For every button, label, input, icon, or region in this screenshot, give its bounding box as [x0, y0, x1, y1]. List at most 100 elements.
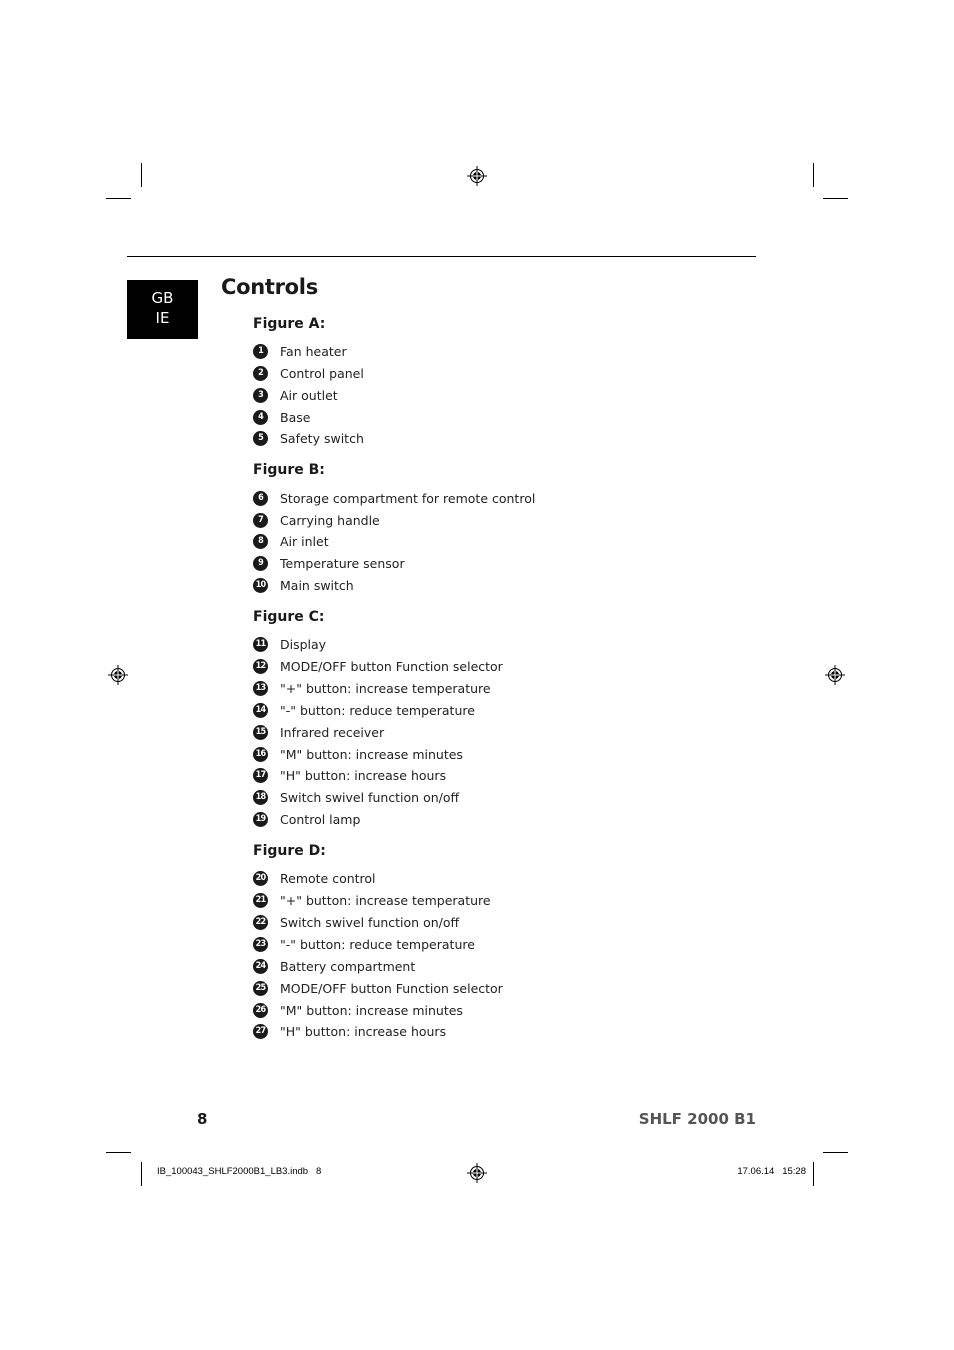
number-badge: 21 — [253, 892, 268, 908]
list-item: 11 Display — [253, 635, 326, 653]
list-item: 23 "-" button: reduce temperature — [253, 935, 475, 953]
number-badge: 11 — [253, 636, 268, 652]
item-label: Fan heater — [280, 343, 347, 359]
number-badge: 20 — [253, 870, 268, 886]
list-item: 14 "-" button: reduce temperature — [253, 701, 475, 719]
item-label: Air inlet — [280, 533, 329, 549]
crop-mark — [813, 1162, 814, 1186]
list-item: 17 "H" button: increase hours — [253, 766, 446, 784]
item-label: Carrying handle — [280, 512, 380, 528]
number-badge: 7 — [253, 512, 268, 528]
item-label: "-" button: reduce temperature — [280, 702, 475, 718]
number-badge: 19 — [253, 811, 268, 827]
figure-b-heading: Figure B: — [253, 462, 325, 478]
item-label: "-" button: reduce temperature — [280, 936, 475, 952]
list-item: 13 "+" button: increase temperature — [253, 679, 491, 697]
number-badge: 3 — [253, 387, 268, 403]
number-badge: 10 — [253, 577, 268, 593]
item-label: "M" button: increase minutes — [280, 746, 463, 762]
item-label: Safety switch — [280, 430, 364, 446]
item-label: "H" button: increase hours — [280, 767, 447, 783]
crop-mark — [106, 198, 131, 199]
registration-mark-icon — [467, 166, 487, 186]
list-item: 7 Carrying handle — [253, 511, 380, 529]
crop-mark — [141, 1162, 142, 1186]
figure-a-heading: Figure A: — [253, 316, 326, 332]
list-item: 16 "M" button: increase minutes — [253, 745, 463, 763]
registration-mark-icon — [467, 1163, 487, 1183]
figure-c-heading: Figure C: — [253, 609, 325, 625]
number-badge: 15 — [253, 724, 268, 740]
number-badge: 22 — [253, 914, 268, 930]
item-label: MODE/OFF button Function selector — [280, 980, 503, 996]
list-item: 26 "M" button: increase minutes — [253, 1001, 463, 1019]
list-item: 6 Storage compartment for remote control — [253, 489, 535, 507]
page-title: Controls — [221, 275, 318, 299]
list-item: 4 Base — [253, 408, 310, 426]
page-number: 8 — [197, 1110, 208, 1128]
list-item: 27 "H" button: increase hours — [253, 1022, 446, 1040]
item-label: Infrared receiver — [280, 724, 385, 740]
model-name: SHLF 2000 B1 — [638, 1110, 756, 1128]
registration-mark-icon — [108, 665, 128, 685]
item-label: "+" button: increase temperature — [280, 680, 491, 696]
list-item: 1 Fan heater — [253, 342, 347, 360]
item-label: "M" button: increase minutes — [280, 1002, 463, 1018]
crop-mark — [813, 163, 814, 187]
number-badge: 24 — [253, 958, 268, 974]
item-label: "H" button: increase hours — [280, 1023, 447, 1039]
crop-mark — [106, 1152, 131, 1153]
item-label: Control panel — [280, 365, 364, 381]
number-badge: 12 — [253, 658, 268, 674]
number-badge: 5 — [253, 430, 268, 446]
item-label: Temperature sensor — [280, 555, 405, 571]
list-item: 25 MODE/OFF button Function selector — [253, 979, 503, 997]
registration-mark-icon — [825, 665, 845, 685]
item-label: Storage compartment for remote control — [280, 490, 536, 506]
list-item: 15 Infrared receiver — [253, 723, 384, 741]
list-item: 24 Battery compartment — [253, 957, 415, 975]
list-item: 22 Switch swivel function on/off — [253, 913, 459, 931]
item-label: MODE/OFF button Function selector — [280, 658, 503, 674]
list-item: 19 Control lamp — [253, 810, 360, 828]
header-rule — [127, 256, 756, 257]
list-item: 12 MODE/OFF button Function selector — [253, 657, 503, 675]
number-badge: 13 — [253, 680, 268, 696]
item-label: Control lamp — [280, 811, 361, 827]
number-badge: 8 — [253, 533, 268, 549]
item-label: Switch swivel function on/off — [280, 914, 460, 930]
item-label: Display — [280, 636, 327, 652]
item-label: Base — [280, 409, 311, 425]
figure-d-heading: Figure D: — [253, 843, 326, 859]
list-item: 18 Switch swivel function on/off — [253, 788, 459, 806]
crop-mark — [141, 163, 142, 187]
number-badge: 1 — [253, 343, 268, 359]
list-item: 5 Safety switch — [253, 429, 364, 447]
language-code: GB — [151, 289, 174, 307]
number-badge: 4 — [253, 409, 268, 425]
number-badge: 25 — [253, 980, 268, 996]
number-badge: 18 — [253, 789, 268, 805]
number-badge: 23 — [253, 936, 268, 952]
print-slug-datetime: 17.06.14 15:28 — [737, 1166, 806, 1177]
item-label: "+" button: increase temperature — [280, 892, 491, 908]
list-item: 10 Main switch — [253, 576, 354, 594]
number-badge: 27 — [253, 1023, 268, 1039]
item-label: Air outlet — [280, 387, 338, 403]
number-badge: 6 — [253, 490, 268, 506]
list-item: 3 Air outlet — [253, 386, 338, 404]
number-badge: 2 — [253, 365, 268, 381]
number-badge: 26 — [253, 1002, 268, 1018]
list-item: 9 Temperature sensor — [253, 554, 405, 572]
print-slug-file: IB_100043_SHLF2000B1_LB3.indb 8 — [157, 1166, 322, 1177]
item-label: Battery compartment — [280, 958, 416, 974]
crop-mark — [823, 198, 848, 199]
language-code: IE — [155, 309, 170, 327]
number-badge: 14 — [253, 702, 268, 718]
item-label: Switch swivel function on/off — [280, 789, 460, 805]
language-tab: GB IE — [127, 280, 198, 339]
list-item: 20 Remote control — [253, 869, 376, 887]
number-badge: 17 — [253, 767, 268, 783]
list-item: 8 Air inlet — [253, 532, 329, 550]
list-item: 21 "+" button: increase temperature — [253, 891, 491, 909]
